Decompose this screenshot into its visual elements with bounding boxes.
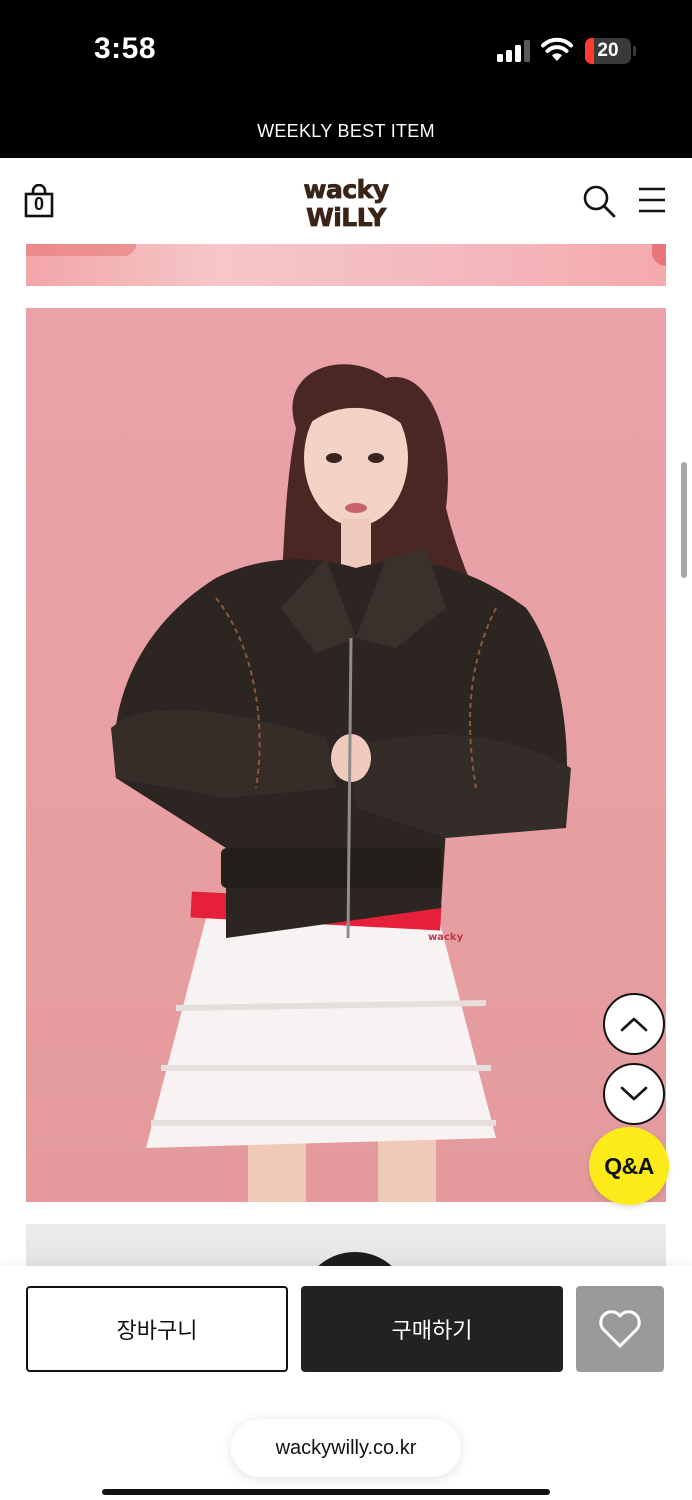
buy-now-button[interactable]: 구매하기 <box>301 1286 563 1372</box>
promo-banner[interactable]: WEEKLY BEST ITEM <box>0 108 692 158</box>
wacky-willy-logo[interactable]: wacky WiLLY <box>290 174 402 230</box>
heart-icon <box>599 1310 641 1348</box>
qna-button[interactable]: Q&A <box>589 1127 669 1205</box>
cart-count-badge: 0 <box>33 194 44 214</box>
status-bar: 3:58 20 <box>0 0 692 108</box>
battery-nub <box>633 46 636 56</box>
logo-line-2: WiLLY <box>306 203 387 230</box>
address-bar[interactable]: wackywilly.co.kr <box>231 1419 461 1477</box>
scroll-indicator[interactable] <box>681 462 687 578</box>
product-detail-content: wacky <box>0 244 692 1266</box>
wishlist-button[interactable] <box>576 1286 664 1372</box>
battery-level: 20 <box>597 40 619 61</box>
browser-bar: wackywilly.co.kr <box>0 1396 692 1500</box>
site-header: 0 wacky WiLLY <box>0 158 692 244</box>
qna-label: Q&A <box>604 1152 654 1179</box>
skirt-brand-label: wacky <box>428 932 464 943</box>
cellular-signal-icon <box>497 40 530 62</box>
product-image-previous <box>26 244 666 286</box>
logo-line-1: wacky <box>303 175 388 204</box>
chevron-up-icon <box>620 1017 648 1032</box>
chevron-down-icon <box>620 1086 648 1101</box>
next-image-hair <box>300 1252 410 1266</box>
wifi-icon <box>541 37 573 61</box>
scroll-up-button[interactable] <box>603 993 665 1055</box>
model-illustration: wacky <box>111 364 571 1202</box>
scroll-down-button[interactable] <box>603 1063 665 1125</box>
add-to-cart-button[interactable]: 장바구니 <box>26 1286 288 1372</box>
status-time: 3:58 <box>94 32 157 65</box>
menu-icon[interactable] <box>638 186 666 214</box>
search-icon[interactable] <box>582 184 616 218</box>
battery-icon: 20 <box>585 38 631 64</box>
home-indicator[interactable] <box>102 1489 550 1495</box>
purchase-action-bar: 장바구니 구매하기 <box>0 1266 692 1396</box>
product-image-model: wacky <box>26 308 666 1202</box>
product-image-next <box>26 1224 666 1266</box>
